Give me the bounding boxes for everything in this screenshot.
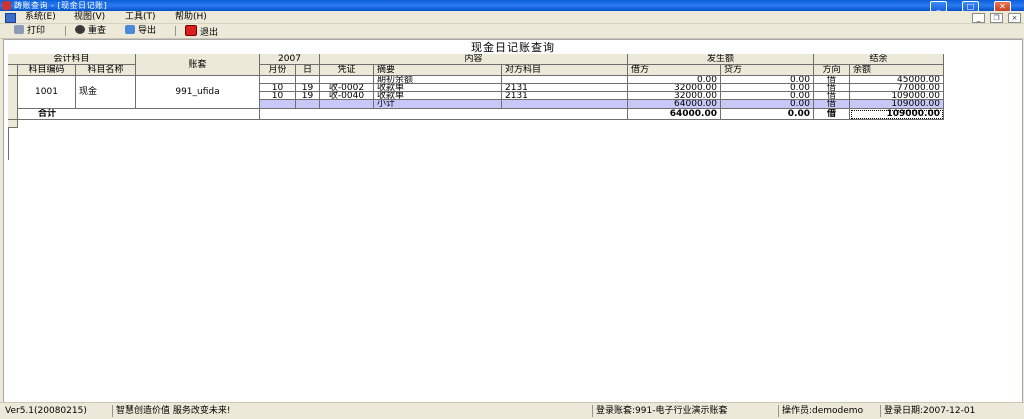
total-empty-cell xyxy=(260,109,628,120)
window-title: 踌账查询 - [现金日记账] xyxy=(14,1,108,10)
header-amount-group: 发生额 xyxy=(628,54,814,65)
header-direction[interactable]: 方向 xyxy=(814,65,850,76)
row-marker[interactable] xyxy=(8,120,18,128)
summary-cell[interactable]: 收款单 xyxy=(374,92,502,100)
operator-label: 操作员:demodemo xyxy=(778,405,878,417)
balance-cell[interactable]: 109000.00 xyxy=(850,92,944,100)
direction-cell[interactable]: 借 xyxy=(814,76,850,84)
requery-button[interactable]: 重查 xyxy=(75,25,106,37)
header-voucher[interactable]: 凭证 xyxy=(320,65,374,76)
report-title: 现金日记账查询 xyxy=(471,41,555,54)
subtotal-credit-cell[interactable]: 0.00 xyxy=(721,100,814,109)
exit-button[interactable]: 退出 xyxy=(185,25,218,38)
header-counter-account[interactable]: 对方科目 xyxy=(502,65,628,76)
total-label-cell[interactable]: 合计 xyxy=(18,109,260,120)
direction-cell[interactable]: 借 xyxy=(814,84,850,92)
title-bar: 踌账查询 - [现金日记账] _ □ ✕ xyxy=(0,0,1024,12)
total-credit-cell[interactable]: 0.00 xyxy=(721,109,814,120)
credit-cell[interactable]: 0.00 xyxy=(721,76,814,84)
mdi-close-button[interactable]: × xyxy=(1008,13,1021,23)
toolbar-separator xyxy=(65,26,66,36)
header-content: 内容 xyxy=(320,54,628,65)
summary-cell[interactable]: 收款单 xyxy=(374,84,502,92)
counter-account-cell[interactable]: 2131 xyxy=(502,84,628,92)
menu-system[interactable]: 系统(E) xyxy=(25,11,56,23)
version-label: Ver5.1(20080215) xyxy=(5,406,87,416)
toolbar: 打印 重查 导出 退出 xyxy=(0,24,1024,39)
subtotal-direction-cell[interactable]: 借 xyxy=(814,100,850,109)
header-account-name[interactable]: 科目名称 xyxy=(76,65,136,76)
day-cell[interactable]: 19 xyxy=(296,84,320,92)
document-icon[interactable] xyxy=(5,13,16,23)
header-debit[interactable]: 借方 xyxy=(628,65,721,76)
debit-cell[interactable]: 0.00 xyxy=(628,76,721,84)
slogan-label: 智慧创造价值 服务改变未来! xyxy=(112,405,590,417)
cash-journal-grid[interactable]: 会计科目 账套 2007 内容 发生额 结余 科目编码 科目名称 月份 日 凭证… xyxy=(8,54,944,160)
account-code-cell[interactable]: 1001 xyxy=(18,76,76,109)
print-button[interactable]: 打印 xyxy=(14,25,45,37)
printer-icon xyxy=(14,25,24,34)
month-cell[interactable] xyxy=(260,76,296,84)
day-cell[interactable] xyxy=(296,100,320,109)
debit-cell[interactable]: 32000.00 xyxy=(628,92,721,100)
total-debit-cell[interactable]: 64000.00 xyxy=(628,109,721,120)
subtotal-label-cell[interactable]: 小计 xyxy=(374,100,502,109)
header-balance-group: 结余 xyxy=(814,54,944,65)
balance-cell[interactable]: 77000.00 xyxy=(850,84,944,92)
header-month[interactable]: 月份 xyxy=(260,65,296,76)
report-area: 现金日记账查询 会计科目 账套 2007 内容 发生额 结余 科目编码 科目名称… xyxy=(3,39,1023,403)
voucher-cell[interactable] xyxy=(320,100,374,109)
voucher-cell[interactable]: 收-0002 xyxy=(320,84,374,92)
header-balance[interactable]: 余额 xyxy=(850,65,944,76)
login-ledger-label: 登录账套:991-电子行业演示账套 xyxy=(592,405,776,417)
mdi-minimize-button[interactable]: _ xyxy=(972,13,985,23)
header-day[interactable]: 日 xyxy=(296,65,320,76)
header-ledger: 账套 xyxy=(136,54,260,76)
mdi-restore-button[interactable]: ❐ xyxy=(990,13,1003,23)
header-account-code[interactable]: 科目编码 xyxy=(18,65,76,76)
credit-cell[interactable]: 0.00 xyxy=(721,92,814,100)
account-name-cell[interactable]: 现金 xyxy=(76,76,136,109)
credit-cell[interactable]: 0.00 xyxy=(721,84,814,92)
counter-account-cell[interactable]: 2131 xyxy=(502,92,628,100)
login-date-label: 登录日期:2007-12-01 xyxy=(880,405,1022,417)
voucher-cell[interactable] xyxy=(320,76,374,84)
toolbar-separator xyxy=(175,26,176,36)
month-cell[interactable] xyxy=(260,100,296,109)
subtotal-balance-cell[interactable]: 109000.00 xyxy=(850,100,944,109)
counter-account-cell[interactable] xyxy=(502,100,628,109)
app-icon[interactable] xyxy=(2,1,11,10)
menu-bar: 系统(E) 视图(V) 工具(T) 帮助(H) _ ❐ × xyxy=(0,11,1024,24)
counter-account-cell[interactable] xyxy=(502,76,628,84)
header-account-group: 会计科目 xyxy=(8,54,136,65)
header-credit[interactable]: 贷方 xyxy=(721,65,814,76)
summary-cell[interactable]: 期初余额 xyxy=(374,76,502,84)
voucher-cell[interactable]: 收-0040 xyxy=(320,92,374,100)
export-button[interactable]: 导出 xyxy=(125,25,156,37)
header-summary[interactable]: 摘要 xyxy=(374,65,502,76)
debit-cell[interactable]: 32000.00 xyxy=(628,84,721,92)
row-header-corner xyxy=(8,65,18,76)
direction-cell[interactable]: 借 xyxy=(814,92,850,100)
exit-icon xyxy=(185,25,197,36)
status-bar: Ver5.1(20080215) 智慧创造价值 服务改变未来! 登录账套:991… xyxy=(0,402,1024,419)
menu-help[interactable]: 帮助(H) xyxy=(175,11,207,23)
binoculars-icon xyxy=(75,25,85,34)
menu-view[interactable]: 视图(V) xyxy=(74,11,105,23)
month-cell[interactable]: 10 xyxy=(260,92,296,100)
month-cell[interactable]: 10 xyxy=(260,84,296,92)
total-balance-cell[interactable]: 109000.00 xyxy=(850,109,944,120)
export-icon xyxy=(125,25,135,34)
menu-tools[interactable]: 工具(T) xyxy=(125,11,156,23)
day-cell[interactable] xyxy=(296,76,320,84)
total-direction-cell[interactable]: 借 xyxy=(814,109,850,120)
header-year: 2007 xyxy=(260,54,320,65)
subtotal-debit-cell[interactable]: 64000.00 xyxy=(628,100,721,109)
row-marker[interactable] xyxy=(8,76,18,120)
balance-cell[interactable]: 45000.00 xyxy=(850,76,944,84)
day-cell[interactable]: 19 xyxy=(296,92,320,100)
ledger-cell[interactable]: 991_ufida xyxy=(136,76,260,109)
